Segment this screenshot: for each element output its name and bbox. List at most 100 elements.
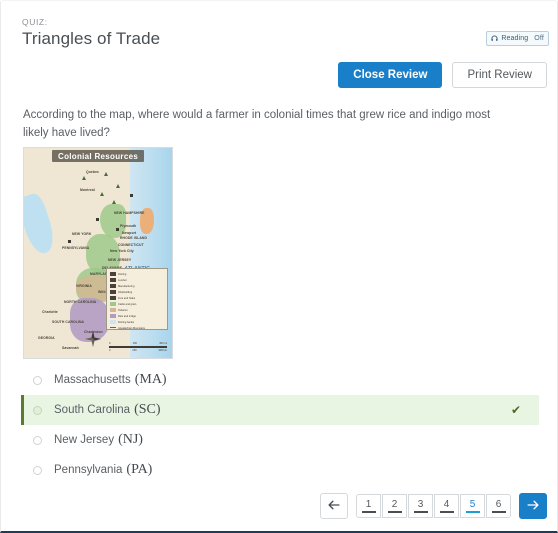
answer-option[interactable]: New Jersey (NJ) — [21, 425, 539, 455]
answer-options: Massachusetts (MA) South Carolina (SC) ✔… — [21, 365, 539, 485]
legend-label: Appalachian Mountains — [118, 326, 145, 330]
legend-swatch — [110, 320, 116, 324]
legend-label: Fishing — [118, 272, 127, 276]
map-label: Montreal — [80, 188, 95, 192]
page-number-label: 6 — [495, 499, 502, 510]
correct-check-icon: ✔ — [510, 403, 521, 417]
legend-label: Cattle and grain — [118, 302, 137, 306]
map-label: Savannah — [62, 346, 79, 350]
legend-swatch — [110, 272, 116, 276]
map-label: SOUTH CAROLINA — [52, 320, 85, 324]
page-progress-bar — [413, 511, 428, 513]
page-number-1[interactable]: 1 — [356, 494, 381, 518]
map-label: VIRGINIA — [76, 284, 92, 288]
page-progress-bar-active — [465, 510, 480, 513]
scale-tick: 300 km — [158, 349, 167, 352]
answer-option[interactable]: Massachusetts (MA) — [21, 365, 539, 395]
scale-tick: 150 — [132, 342, 137, 345]
option-label: New Jersey — [54, 434, 115, 446]
scale-bar — [109, 346, 167, 348]
page-number-label: 5 — [469, 499, 476, 510]
map-title: Colonial Resources — [52, 150, 145, 162]
reading-toggle-badge[interactable]: Reading Off — [486, 31, 549, 46]
close-review-button[interactable]: Close Review — [338, 62, 443, 88]
map-symbol-fishing — [130, 194, 133, 197]
quiz-kicker: QUIZ: — [22, 17, 48, 27]
print-review-button[interactable]: Print Review — [452, 62, 547, 88]
headphones-icon — [491, 35, 498, 42]
page-number-5-active[interactable]: 5 — [460, 494, 485, 518]
map-image: Colonial Resources Quebec Montreal NEW H… — [24, 148, 172, 358]
legend-swatch — [110, 290, 116, 294]
map-label: Newport — [122, 231, 137, 235]
map-symbol-lumber — [116, 184, 120, 188]
map-legend: Fishing Lumber Manufacturing Shipbuildin… — [106, 268, 168, 330]
answer-option[interactable]: Pennsylvania (PA) — [21, 455, 539, 485]
header-actions: Close Review Print Review — [338, 62, 547, 88]
map-figure[interactable]: Colonial Resources Quebec Montreal NEW H… — [23, 147, 173, 359]
map-symbol-shipbuilding — [116, 228, 119, 231]
legend-swatch — [110, 327, 116, 329]
option-abbreviation: (PA) — [126, 462, 153, 477]
legend-item: Appalachian Mountains — [110, 325, 164, 331]
page-number-3[interactable]: 3 — [408, 494, 433, 518]
legend-swatch — [110, 284, 116, 288]
reading-state: Off — [534, 35, 544, 42]
map-label: PENNSYLVANIA — [62, 246, 90, 250]
legend-swatch — [110, 296, 116, 300]
header: QUIZ: Triangles of Trade Reading Off Clo… — [1, 1, 557, 97]
next-page-button[interactable] — [519, 493, 547, 519]
option-label: Pennsylvania — [54, 464, 123, 476]
question-text: According to the map, where would a farm… — [23, 109, 491, 139]
scale-tick: 0 — [109, 342, 111, 345]
map-symbol-lumber — [82, 176, 86, 180]
compass-rose-icon — [84, 330, 102, 348]
map-label: NEW YORK — [72, 232, 92, 236]
map-label: NEW HAMPSHIRE — [114, 211, 145, 215]
option-label: South Carolina — [54, 404, 131, 416]
legend-label: Fishing banks — [118, 320, 135, 324]
answer-option-correct[interactable]: South Carolina (SC) ✔ — [21, 395, 539, 425]
page-title: Triangles of Trade — [22, 29, 161, 48]
radio-icon[interactable] — [33, 465, 42, 475]
option-abbreviation: (MA) — [134, 372, 167, 387]
page-number-group: 1 2 3 4 5 6 — [356, 494, 511, 518]
pagination: 1 2 3 4 5 6 — [320, 493, 547, 519]
arrow-left-icon — [328, 499, 340, 513]
page-number-4[interactable]: 4 — [434, 494, 459, 518]
map-symbol-lumber — [100, 192, 104, 196]
legend-swatch — [110, 302, 116, 306]
page-progress-bar — [387, 511, 402, 513]
page-number-6[interactable]: 6 — [486, 494, 511, 518]
radio-icon[interactable] — [33, 405, 42, 415]
page-number-label: 3 — [417, 499, 424, 510]
reading-label: Reading — [501, 35, 529, 42]
scale-tick: 300 mi — [159, 342, 167, 345]
map-label: CONNECTICUT — [118, 243, 144, 247]
previous-page-button[interactable] — [320, 493, 348, 519]
radio-icon[interactable] — [33, 435, 42, 445]
map-symbol-manufacturing — [96, 218, 99, 221]
page-number-label: 1 — [365, 499, 372, 510]
page-number-2[interactable]: 2 — [382, 494, 407, 518]
map-label: NEW JERSEY — [108, 258, 132, 262]
legend-label: Tobacco — [118, 308, 128, 312]
legend-label: Furs and hides — [118, 296, 136, 300]
quiz-review-panel: QUIZ: Triangles of Trade Reading Off Clo… — [0, 0, 558, 533]
map-label: NORTH CAROLINA — [64, 300, 97, 304]
scale-tick: 150 — [132, 349, 137, 352]
map-symbol-lumber — [112, 200, 116, 204]
page-number-label: 4 — [443, 499, 450, 510]
scale-tick: 0 — [109, 349, 111, 352]
radio-icon[interactable] — [33, 375, 42, 385]
map-label: Charlotte — [42, 310, 58, 314]
legend-swatch — [110, 308, 116, 312]
map-scale: 0 150 300 mi 0 150 300 km — [109, 342, 167, 352]
map-symbol-furs — [68, 240, 71, 243]
legend-swatch — [110, 278, 116, 282]
legend-label: Rice and indigo — [118, 314, 136, 318]
page-progress-bar — [361, 511, 376, 513]
option-abbreviation: (NJ) — [118, 432, 143, 447]
page-number-label: 2 — [391, 499, 398, 510]
arrow-right-icon — [527, 499, 539, 513]
